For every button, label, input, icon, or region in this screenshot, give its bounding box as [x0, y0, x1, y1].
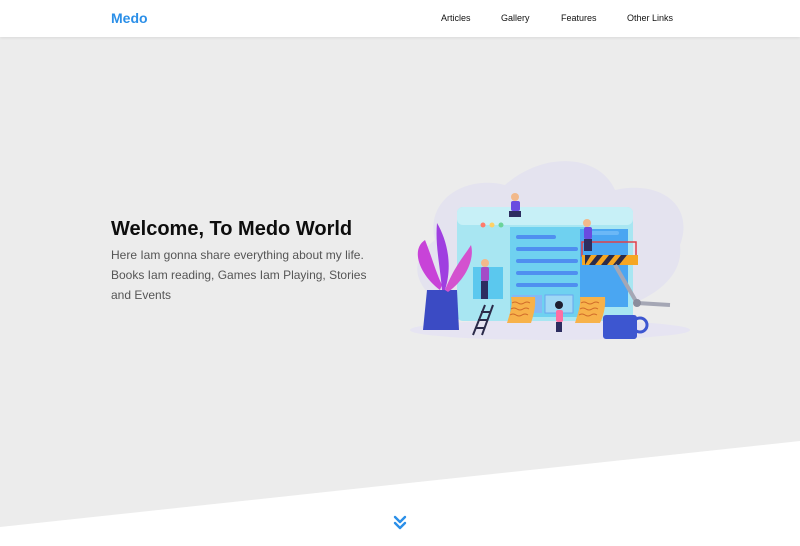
navbar: Medo Articles Gallery Features Other Lin… [0, 0, 800, 37]
nav-link-other-links[interactable]: Other Links [627, 13, 673, 23]
hero-illustration [410, 161, 690, 340]
nav-link-gallery[interactable]: Gallery [501, 13, 530, 23]
hero-description: Here Iam gonna share everything about my… [111, 248, 367, 302]
nav-link-articles[interactable]: Articles [441, 13, 471, 23]
double-chevron-down-icon[interactable] [392, 515, 408, 531]
hero-section: Welcome, To Medo World Here Iam gonna sh… [0, 37, 800, 546]
nav-menu: Articles Gallery Features Other Links [0, 13, 800, 27]
hero-title: Welcome, To Medo World [111, 218, 353, 240]
nav-link-features[interactable]: Features [561, 13, 597, 23]
plant-pot [423, 290, 459, 330]
